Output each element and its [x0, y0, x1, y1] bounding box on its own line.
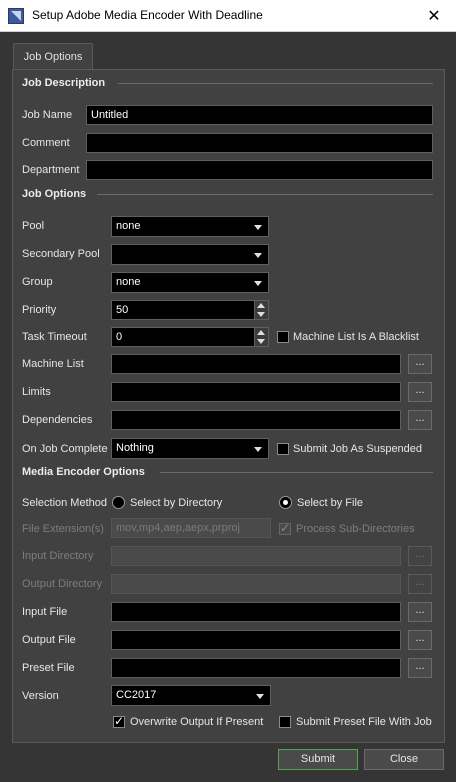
process-subdirectories-checkbox[interactable]	[279, 521, 291, 535]
comment-label: Comment	[22, 137, 70, 149]
section-job-description: Job Description	[22, 77, 106, 89]
chevron-down-icon	[254, 281, 262, 286]
close-button[interactable]: Close	[364, 749, 444, 770]
spin-up-icon	[257, 330, 265, 335]
output-directory-input[interactable]	[111, 574, 401, 594]
preset-file-label: Preset File	[22, 662, 75, 674]
pool-value: none	[116, 220, 141, 232]
select-by-file-radio[interactable]	[279, 496, 292, 509]
file-extensions-label: File Extension(s)	[22, 523, 104, 535]
group-label: Group	[22, 276, 53, 288]
select-by-file-label: Select by File	[297, 497, 364, 509]
spin-down-icon	[257, 339, 265, 344]
input-directory-browse-button[interactable]: ...	[408, 546, 432, 566]
input-directory-input[interactable]	[111, 546, 401, 566]
select-by-directory-radio[interactable]	[112, 496, 125, 509]
pool-select[interactable]: none	[111, 216, 269, 237]
input-file-input[interactable]	[111, 602, 401, 622]
submit-preset-label: Submit Preset File With Job	[296, 716, 432, 728]
spin-up-icon	[257, 303, 265, 308]
on-job-complete-value: Nothing	[116, 442, 154, 454]
chevron-down-icon	[254, 253, 262, 258]
output-directory-browse-button[interactable]: ...	[408, 574, 432, 594]
department-label: Department	[22, 164, 80, 176]
version-value: CC2017	[116, 689, 157, 701]
output-file-input[interactable]	[111, 630, 401, 650]
machine-list-blacklist-checkbox[interactable]	[277, 331, 289, 343]
chevron-down-icon	[254, 225, 262, 230]
section-divider	[160, 472, 433, 473]
secondary-pool-label: Secondary Pool	[22, 248, 100, 260]
priority-label: Priority	[22, 304, 57, 316]
pool-label: Pool	[22, 220, 45, 232]
machine-list-browse-button[interactable]: ...	[408, 354, 432, 374]
app-icon	[8, 8, 24, 24]
task-timeout-label: Task Timeout	[22, 331, 87, 343]
output-file-label: Output File	[22, 634, 76, 646]
submit-button[interactable]: Submit	[278, 749, 358, 770]
limits-browse-button[interactable]: ...	[408, 382, 432, 402]
task-timeout-value: 0	[116, 331, 123, 343]
submit-suspended-label: Submit Job As Suspended	[293, 443, 423, 455]
overwrite-output-label: Overwrite Output If Present	[130, 716, 264, 728]
close-window-icon[interactable]: ✕	[412, 0, 456, 31]
version-select[interactable]: CC2017	[111, 685, 271, 706]
dependencies-label: Dependencies	[22, 414, 93, 426]
version-label: Version	[22, 690, 59, 702]
section-job-options: Job Options	[22, 188, 87, 200]
input-file-browse-button[interactable]: ...	[408, 602, 432, 622]
input-file-label: Input File	[22, 606, 68, 618]
output-directory-label: Output Directory	[22, 578, 103, 590]
group-select[interactable]: none	[111, 272, 269, 293]
submit-preset-checkbox[interactable]	[279, 716, 291, 728]
window-title: Setup Adobe Media Encoder With Deadline	[32, 8, 263, 22]
machine-list-input[interactable]	[111, 354, 401, 374]
selection-method-label: Selection Method	[22, 497, 107, 509]
section-media-encoder-options: Media Encoder Options	[22, 466, 145, 478]
limits-label: Limits	[22, 386, 51, 398]
comment-input[interactable]	[86, 133, 433, 153]
priority-spinbox[interactable]: 50	[111, 300, 269, 320]
secondary-pool-select[interactable]	[111, 244, 269, 265]
machine-list-label: Machine List	[22, 358, 84, 370]
input-directory-label: Input Directory	[22, 550, 94, 562]
machine-list-blacklist-label: Machine List Is A Blacklist	[293, 331, 419, 343]
section-divider	[97, 194, 433, 195]
priority-value: 50	[116, 304, 129, 316]
spin-buttons[interactable]	[254, 301, 268, 319]
file-extensions-input[interactable]: mov,mp4,aep,aepx,prproj	[111, 518, 271, 538]
preset-file-input[interactable]	[111, 658, 401, 678]
spin-down-icon	[257, 312, 265, 317]
limits-input[interactable]	[111, 382, 401, 402]
department-input[interactable]	[86, 160, 433, 180]
title-bar: Setup Adobe Media Encoder With Deadline …	[0, 0, 456, 32]
on-job-complete-select[interactable]: Nothing	[111, 438, 269, 459]
chevron-down-icon	[256, 694, 264, 699]
select-by-directory-label: Select by Directory	[130, 497, 223, 509]
group-value: none	[116, 276, 141, 288]
preset-file-browse-button[interactable]: ...	[408, 658, 432, 678]
job-name-input[interactable]: Untitled	[86, 105, 433, 125]
dependencies-input[interactable]	[111, 410, 401, 430]
dependencies-browse-button[interactable]: ...	[408, 410, 432, 430]
spin-buttons[interactable]	[254, 328, 268, 346]
task-timeout-spinbox[interactable]: 0	[111, 327, 269, 347]
tab-job-options[interactable]: Job Options	[13, 43, 93, 70]
overwrite-output-checkbox[interactable]	[113, 714, 125, 728]
job-name-label: Job Name	[22, 109, 73, 121]
process-subdirectories-label: Process Sub-Directories	[296, 523, 415, 535]
chevron-down-icon	[254, 447, 262, 452]
submit-suspended-checkbox[interactable]	[277, 443, 289, 455]
section-divider	[118, 83, 433, 84]
on-job-complete-label: On Job Complete	[22, 443, 108, 455]
output-file-browse-button[interactable]: ...	[408, 630, 432, 650]
